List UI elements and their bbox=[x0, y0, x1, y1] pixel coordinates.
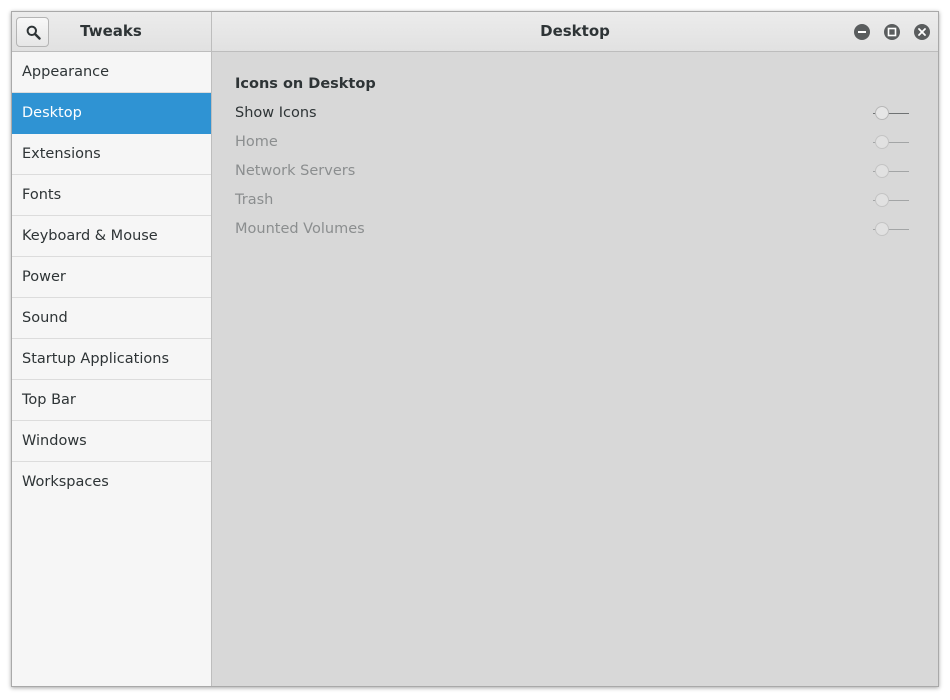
setting-row-home: Home bbox=[235, 131, 915, 160]
sidebar-item-label: Extensions bbox=[22, 146, 101, 162]
network-servers-switch[interactable] bbox=[873, 161, 909, 181]
switch-knob[interactable] bbox=[875, 135, 889, 149]
section-title: Icons on Desktop bbox=[235, 76, 376, 92]
sidebar-item-label: Keyboard & Mouse bbox=[22, 228, 158, 244]
sidebar-item-desktop[interactable]: Desktop bbox=[12, 93, 211, 134]
show-icons-switch[interactable] bbox=[873, 103, 909, 123]
search-button[interactable] bbox=[16, 17, 49, 47]
setting-label: Show Icons bbox=[235, 105, 317, 121]
sidebar-item-label: Startup Applications bbox=[22, 351, 169, 367]
sidebar-item-label: Workspaces bbox=[22, 474, 109, 490]
sidebar-item-workspaces[interactable]: Workspaces bbox=[12, 462, 211, 503]
sidebar: Appearance Desktop Extensions Fonts Keyb… bbox=[12, 52, 212, 686]
sidebar-item-label: Windows bbox=[22, 433, 87, 449]
setting-row-mounted-volumes: Mounted Volumes bbox=[235, 218, 915, 247]
maximize-button[interactable] bbox=[884, 24, 900, 40]
setting-label: Network Servers bbox=[235, 163, 356, 179]
sidebar-item-startup-applications[interactable]: Startup Applications bbox=[12, 339, 211, 380]
header-bar-left: Tweaks bbox=[12, 12, 212, 51]
sidebar-item-extensions[interactable]: Extensions bbox=[12, 134, 211, 175]
sidebar-item-label: Desktop bbox=[22, 105, 82, 121]
sidebar-item-label: Appearance bbox=[22, 64, 110, 80]
setting-label: Home bbox=[235, 134, 278, 150]
sidebar-item-fonts[interactable]: Fonts bbox=[12, 175, 211, 216]
setting-row-network-servers: Network Servers bbox=[235, 160, 915, 189]
sidebar-item-appearance[interactable]: Appearance bbox=[12, 52, 211, 93]
switch-knob[interactable] bbox=[875, 222, 889, 236]
sidebar-item-label: Top Bar bbox=[22, 392, 76, 408]
search-icon bbox=[26, 25, 41, 40]
switch-knob[interactable] bbox=[875, 193, 889, 207]
setting-row-trash: Trash bbox=[235, 189, 915, 218]
sidebar-item-top-bar[interactable]: Top Bar bbox=[12, 380, 211, 421]
close-icon bbox=[918, 28, 926, 36]
maximize-icon bbox=[887, 27, 897, 37]
tweaks-window: Tweaks Desktop Appearance Desktop Extens… bbox=[11, 11, 939, 687]
setting-label: Mounted Volumes bbox=[235, 221, 365, 237]
content-panel: Icons on Desktop Show Icons Home Network… bbox=[212, 52, 938, 686]
home-switch[interactable] bbox=[873, 132, 909, 152]
sidebar-item-windows[interactable]: Windows bbox=[12, 421, 211, 462]
mounted-volumes-switch[interactable] bbox=[873, 219, 909, 239]
trash-switch[interactable] bbox=[873, 190, 909, 210]
sidebar-item-label: Fonts bbox=[22, 187, 62, 203]
setting-label: Trash bbox=[235, 192, 274, 208]
sidebar-item-power[interactable]: Power bbox=[12, 257, 211, 298]
setting-row-show-icons: Show Icons bbox=[235, 102, 915, 131]
sidebar-item-label: Sound bbox=[22, 310, 68, 326]
sidebar-item-label: Power bbox=[22, 269, 66, 285]
header-bar: Tweaks Desktop bbox=[12, 12, 938, 52]
minimize-button[interactable] bbox=[854, 24, 870, 40]
sidebar-item-sound[interactable]: Sound bbox=[12, 298, 211, 339]
switch-knob[interactable] bbox=[875, 164, 889, 178]
app-title: Tweaks bbox=[80, 22, 142, 40]
switch-knob[interactable] bbox=[875, 106, 889, 120]
close-button[interactable] bbox=[914, 24, 930, 40]
page-title: Desktop bbox=[540, 22, 610, 40]
minimize-icon bbox=[858, 31, 866, 33]
sidebar-item-keyboard-mouse[interactable]: Keyboard & Mouse bbox=[12, 216, 211, 257]
